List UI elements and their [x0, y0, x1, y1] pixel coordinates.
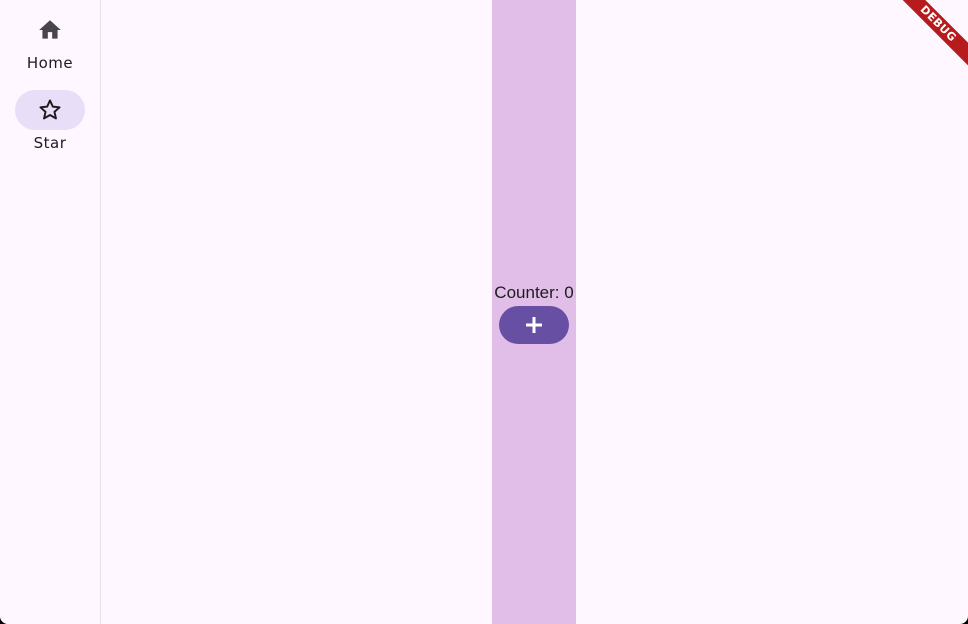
rail-label-star: Star	[33, 134, 67, 152]
rail-destination-home[interactable]: Home	[0, 10, 100, 72]
increment-button[interactable]	[499, 306, 569, 344]
star-icon	[39, 99, 61, 120]
counter-text: Counter: 0	[494, 283, 574, 302]
plus-icon	[526, 317, 542, 333]
debug-ribbon: DEBUG	[891, 0, 968, 71]
star-indicator	[15, 90, 85, 130]
app-window: Home Star Counter: 0 DEBUG	[0, 0, 968, 624]
home-icon	[39, 20, 61, 39]
debug-banner: DEBUG	[888, 0, 968, 80]
rail-label-home: Home	[26, 54, 74, 72]
rail-destination-star[interactable]: Star	[0, 90, 100, 152]
navigation-rail: Home Star	[0, 0, 101, 624]
home-indicator	[15, 10, 85, 50]
